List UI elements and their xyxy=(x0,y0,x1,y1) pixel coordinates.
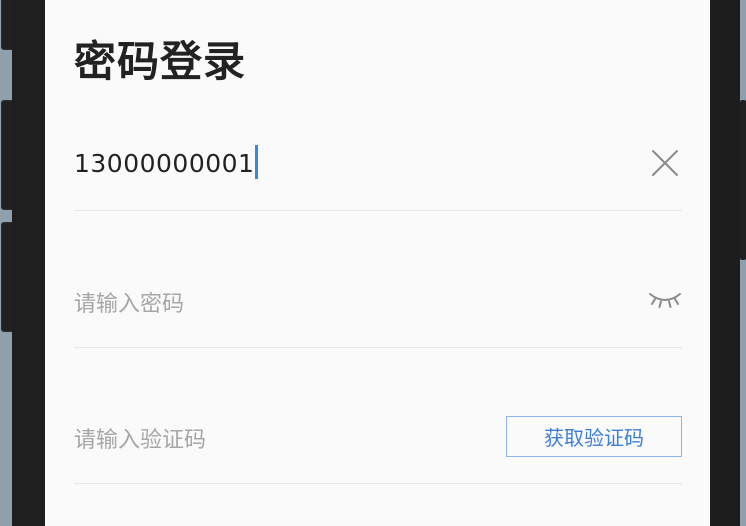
text-caret xyxy=(255,145,259,179)
get-code-button[interactable]: 获取验证码 xyxy=(506,416,682,457)
verification-code-field[interactable]: 请输入验证码 获取验证码 xyxy=(74,404,682,484)
verification-code-input-placeholder[interactable]: 请输入验证码 xyxy=(74,422,206,454)
page-title: 密码登录 xyxy=(74,37,247,86)
phone-input-value: 13000000001 xyxy=(74,149,255,178)
device-frame: 密码登录 13000000001 请输入密码 请输入验证码 获取验证码 xyxy=(0,0,746,526)
device-power-button xyxy=(740,100,746,260)
password-field[interactable]: 请输入密码 xyxy=(74,268,682,348)
device-left-edge xyxy=(0,0,14,526)
close-icon[interactable] xyxy=(650,148,680,178)
phone-field[interactable]: 13000000001 xyxy=(74,130,682,211)
login-screen: 密码登录 13000000001 请输入密码 请输入验证码 获取验证码 xyxy=(45,0,710,526)
device-left-bezel xyxy=(12,0,45,526)
device-right-edge xyxy=(740,0,746,526)
phone-input[interactable]: 13000000001 xyxy=(74,145,259,179)
password-input-placeholder[interactable]: 请输入密码 xyxy=(74,286,184,318)
eye-closed-icon[interactable] xyxy=(648,290,682,310)
